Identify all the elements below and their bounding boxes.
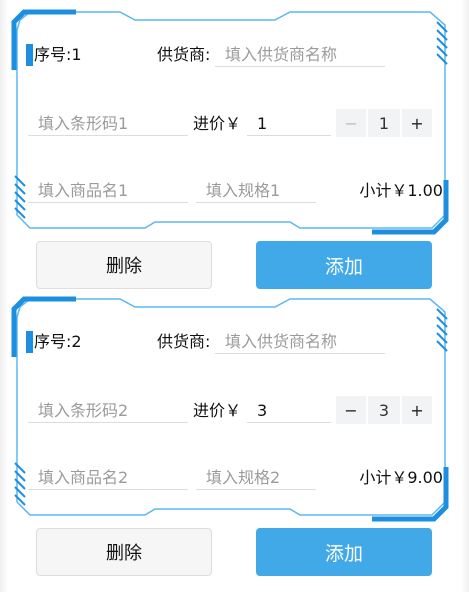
qty-plus-button[interactable]: +	[402, 109, 432, 137]
add-button[interactable]: 添加	[256, 241, 432, 289]
product-name-input[interactable]	[28, 179, 188, 203]
spec-input[interactable]	[196, 466, 316, 490]
supplier-input[interactable]	[215, 43, 385, 67]
supplier-input[interactable]	[215, 330, 385, 354]
seq-label: 序号:1	[34, 45, 82, 64]
quantity-stepper: − 3 +	[336, 396, 432, 424]
price-label: 进价￥	[193, 401, 242, 420]
delete-button[interactable]: 删除	[36, 528, 212, 576]
price-input[interactable]	[247, 112, 331, 136]
barcode-input[interactable]	[28, 112, 188, 136]
delete-button[interactable]: 删除	[36, 241, 212, 289]
qty-minus-button[interactable]: −	[336, 396, 366, 424]
subtotal-text: 小计￥9.00	[359, 468, 443, 487]
qty-minus-button[interactable]: −	[336, 109, 366, 137]
seq-accent-bar	[26, 44, 33, 66]
price-label: 进价￥	[193, 114, 242, 133]
supplier-label: 供货商:	[157, 45, 211, 64]
seq-accent-bar	[26, 331, 33, 353]
spec-input[interactable]	[196, 179, 316, 203]
price-input[interactable]	[247, 399, 331, 423]
barcode-input[interactable]	[28, 399, 188, 423]
qty-value[interactable]: 3	[368, 396, 400, 424]
add-button[interactable]: 添加	[256, 528, 432, 576]
quantity-stepper: − 1 +	[336, 109, 432, 137]
product-name-input[interactable]	[28, 466, 188, 490]
qty-value[interactable]: 1	[368, 109, 400, 137]
supplier-label: 供货商:	[157, 332, 211, 351]
subtotal-text: 小计￥1.00	[359, 181, 443, 200]
seq-label: 序号:2	[34, 332, 82, 351]
qty-plus-button[interactable]: +	[402, 396, 432, 424]
